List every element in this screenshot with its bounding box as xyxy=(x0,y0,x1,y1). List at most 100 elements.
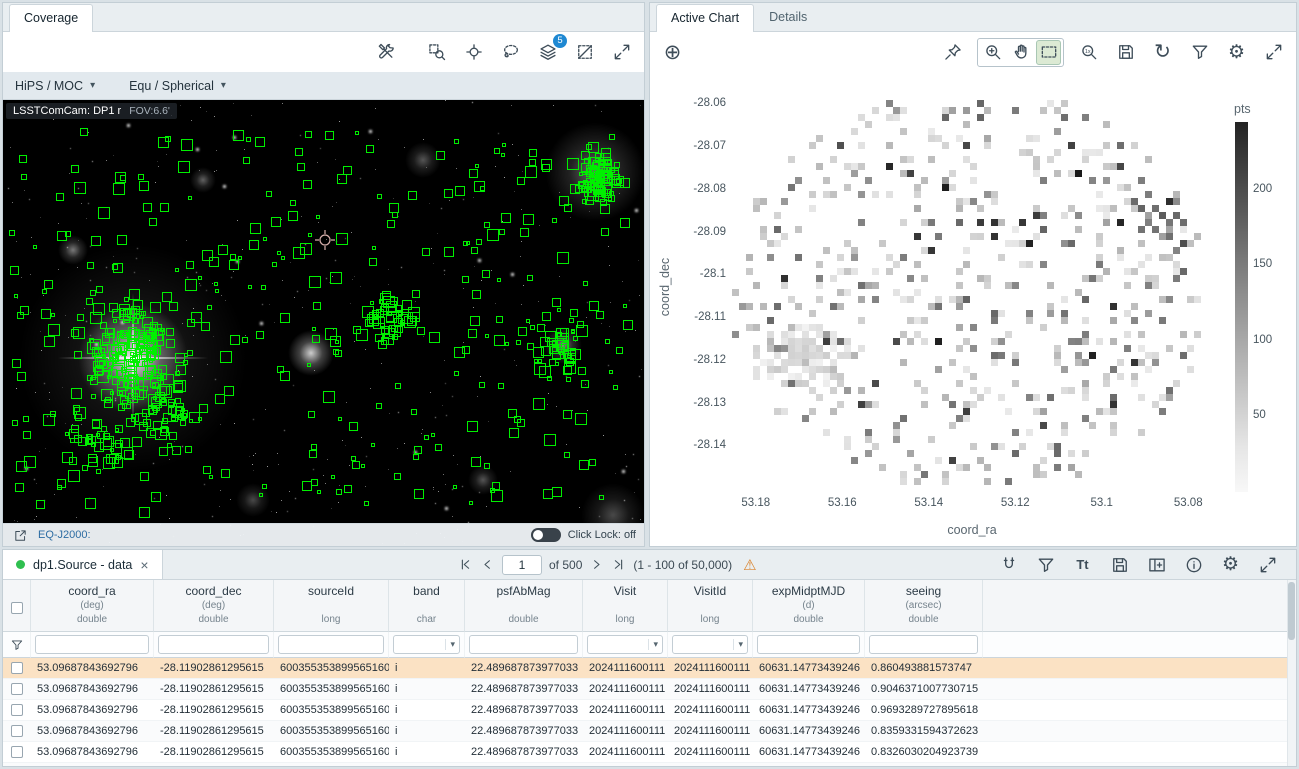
source-marker[interactable] xyxy=(102,333,114,345)
source-marker[interactable] xyxy=(501,213,511,223)
source-marker[interactable] xyxy=(372,310,379,317)
source-marker[interactable] xyxy=(305,131,312,138)
source-marker[interactable] xyxy=(151,397,162,408)
source-marker[interactable] xyxy=(609,370,613,374)
click-lock-toggle[interactable] xyxy=(531,528,561,542)
source-marker[interactable] xyxy=(530,325,535,330)
source-marker[interactable] xyxy=(518,327,527,336)
text-view-icon[interactable]: Tt xyxy=(1070,552,1095,577)
source-marker[interactable] xyxy=(87,262,94,269)
source-marker[interactable] xyxy=(181,139,193,151)
source-marker[interactable] xyxy=(392,334,398,340)
source-marker[interactable] xyxy=(129,289,140,300)
source-marker[interactable] xyxy=(218,245,228,255)
source-marker[interactable] xyxy=(82,465,88,471)
filter-select-input[interactable] xyxy=(588,636,648,653)
source-marker[interactable] xyxy=(414,489,424,499)
select-all-checkbox[interactable] xyxy=(11,602,23,614)
source-marker[interactable] xyxy=(377,194,382,199)
source-marker[interactable] xyxy=(87,375,93,381)
colorbar[interactable] xyxy=(1235,122,1248,492)
source-marker[interactable] xyxy=(526,319,530,323)
row-checkbox-cell[interactable] xyxy=(3,721,31,742)
source-marker[interactable] xyxy=(250,223,261,234)
source-marker[interactable] xyxy=(496,316,503,323)
source-marker[interactable] xyxy=(178,161,190,173)
row-checkbox-cell[interactable] xyxy=(3,658,31,679)
filter-select-band[interactable]: ▾ xyxy=(393,635,460,654)
heatmap-chart[interactable]: coord_dec coord_ra pts -28.06-28.07-28.0… xyxy=(650,72,1296,546)
source-marker[interactable] xyxy=(333,349,339,355)
source-marker[interactable] xyxy=(88,454,97,463)
source-marker[interactable] xyxy=(352,461,360,469)
source-marker[interactable] xyxy=(143,203,152,212)
filter-select-Visit[interactable]: ▾ xyxy=(587,635,663,654)
source-marker[interactable] xyxy=(168,406,177,415)
source-marker[interactable] xyxy=(158,328,165,335)
filter-select-VisitId[interactable]: ▾ xyxy=(672,635,748,654)
source-marker[interactable] xyxy=(277,251,281,255)
source-marker[interactable] xyxy=(272,262,277,267)
cell-psfAbMag[interactable]: 22.489687873977033 xyxy=(465,679,583,700)
source-marker[interactable] xyxy=(255,137,265,147)
source-marker[interactable] xyxy=(185,279,197,291)
source-marker[interactable] xyxy=(424,435,429,440)
source-marker[interactable] xyxy=(166,339,175,348)
cell-VisitId[interactable]: 2024111600111 xyxy=(668,763,753,766)
filter-select-input[interactable] xyxy=(394,636,445,653)
source-marker[interactable] xyxy=(65,231,71,237)
filter-input-coord_dec[interactable] xyxy=(158,635,269,654)
source-marker[interactable] xyxy=(501,153,505,157)
source-marker[interactable] xyxy=(565,353,576,364)
source-marker[interactable] xyxy=(499,229,505,235)
source-marker[interactable] xyxy=(471,247,478,254)
source-marker[interactable] xyxy=(242,337,248,343)
prev-page-icon[interactable] xyxy=(480,557,495,572)
source-marker[interactable] xyxy=(112,264,118,270)
source-marker[interactable] xyxy=(349,422,358,431)
source-marker[interactable] xyxy=(12,359,21,368)
cell-coord_dec[interactable]: -28.11902861295615 xyxy=(154,742,274,763)
expand-icon[interactable] xyxy=(1261,40,1286,65)
source-marker[interactable] xyxy=(229,260,239,270)
last-page-icon[interactable] xyxy=(611,557,626,572)
source-marker[interactable] xyxy=(527,275,533,281)
hips-moc-dropdown[interactable]: HiPS / MOC ▾ xyxy=(15,79,95,93)
source-marker[interactable] xyxy=(494,335,505,346)
source-marker[interactable] xyxy=(472,290,481,299)
source-marker[interactable] xyxy=(238,256,242,260)
source-marker[interactable] xyxy=(138,174,144,180)
source-marker[interactable] xyxy=(469,501,473,505)
source-marker[interactable] xyxy=(128,374,138,384)
source-marker[interactable] xyxy=(143,386,148,391)
source-marker[interactable] xyxy=(376,403,382,409)
cell-expMidptMJD[interactable]: 60631.14773439246 xyxy=(753,679,865,700)
source-marker[interactable] xyxy=(523,214,534,225)
source-marker[interactable] xyxy=(454,371,459,376)
chevron-down-icon[interactable]: ▾ xyxy=(648,639,662,650)
source-marker[interactable] xyxy=(10,266,19,275)
source-marker[interactable] xyxy=(146,428,156,438)
source-marker[interactable] xyxy=(249,240,259,250)
source-marker[interactable] xyxy=(48,324,60,336)
source-marker[interactable] xyxy=(109,303,118,312)
source-marker[interactable] xyxy=(201,322,210,331)
row-checkbox[interactable] xyxy=(11,683,23,695)
filter-icon[interactable] xyxy=(1187,40,1212,65)
column-header-Visit[interactable]: Visit long xyxy=(583,580,668,632)
source-marker[interactable] xyxy=(381,304,389,312)
source-marker[interactable] xyxy=(413,454,419,460)
source-marker[interactable] xyxy=(395,383,401,389)
cell-psfAbMag[interactable]: 22.489687873977033 xyxy=(465,658,583,679)
source-marker[interactable] xyxy=(214,282,218,286)
source-marker[interactable] xyxy=(497,278,501,282)
projection-dropdown[interactable]: Equ / Spherical ▾ xyxy=(129,79,226,93)
source-marker[interactable] xyxy=(149,218,157,226)
source-marker[interactable] xyxy=(160,203,169,212)
source-marker[interactable] xyxy=(563,410,572,419)
source-marker[interactable] xyxy=(128,393,138,403)
source-marker[interactable] xyxy=(605,339,610,344)
cell-sourceId[interactable]: 600355353899565160 xyxy=(274,763,389,766)
save-icon[interactable] xyxy=(1113,40,1138,65)
cell-Visit[interactable]: 2024111600111 xyxy=(583,679,668,700)
